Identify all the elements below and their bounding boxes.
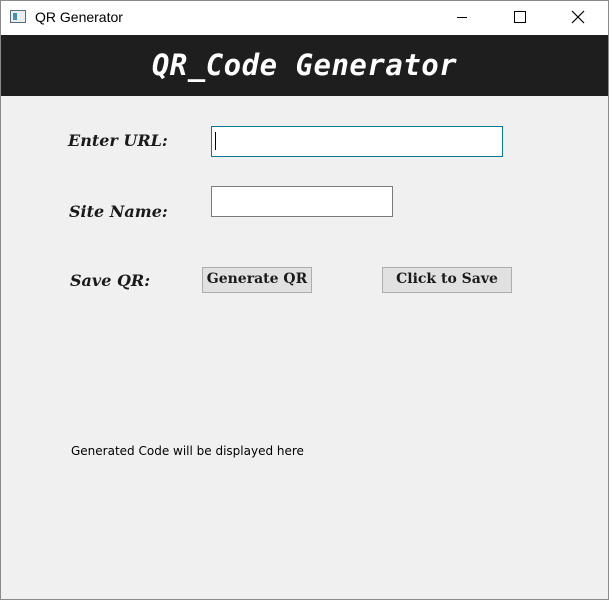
close-button[interactable] bbox=[554, 1, 600, 35]
generate-qr-button[interactable]: Generate QR bbox=[202, 267, 312, 293]
minimize-button[interactable] bbox=[439, 1, 485, 35]
site-name-label: Site Name: bbox=[69, 202, 168, 221]
page-title: QR_Code Generator bbox=[151, 48, 458, 82]
maximize-button[interactable] bbox=[496, 1, 542, 35]
app-window: QR Generator QR_Code Generator Enter URL… bbox=[0, 0, 609, 600]
window-title: QR Generator bbox=[35, 9, 123, 25]
app-header: QR_Code Generator bbox=[1, 35, 608, 96]
site-name-input[interactable] bbox=[211, 186, 393, 217]
maximize-icon bbox=[514, 11, 526, 23]
url-input[interactable] bbox=[211, 126, 503, 157]
save-qr-label: Save QR: bbox=[70, 271, 151, 290]
title-bar: QR Generator bbox=[1, 1, 608, 35]
minimize-icon bbox=[457, 17, 467, 18]
qr-display-placeholder: Generated Code will be displayed here bbox=[71, 444, 304, 458]
save-button[interactable]: Click to Save bbox=[382, 267, 512, 293]
close-icon bbox=[571, 10, 585, 24]
window-app-icon bbox=[10, 10, 26, 23]
text-caret bbox=[215, 132, 216, 150]
url-label: Enter URL: bbox=[68, 131, 168, 150]
